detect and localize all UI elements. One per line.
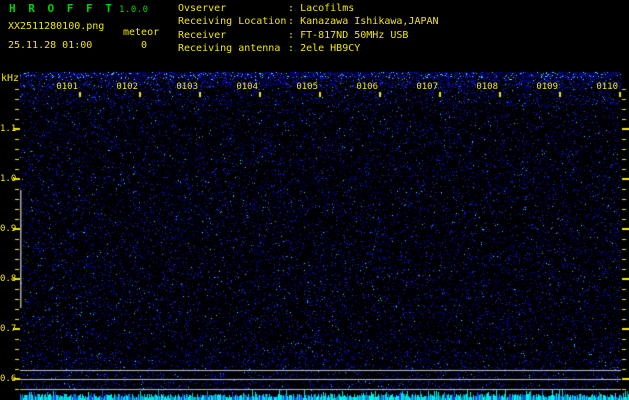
freq-axis-unit: kHz: [1, 73, 20, 84]
app-title: H R O F F T: [9, 2, 115, 15]
info-row: Receiver: FT-817ND 50MHz USB: [178, 30, 439, 43]
time-tick-label: 0101: [56, 82, 78, 92]
info-label: Receiving antenna: [178, 43, 281, 55]
spectrogram-canvas: [0, 0, 629, 400]
info-label: Receiver: [178, 29, 227, 41]
info-label: Ovserver: [178, 3, 227, 14]
info-value: Kanazawa Ishikawa,JAPAN: [300, 16, 439, 28]
info-colon: :: [288, 43, 295, 55]
info-row: Receiving antenna: 2ele HB9CY: [178, 43, 439, 56]
info-row: Ovserver: Lacofilms: [178, 3, 439, 16]
datetime-label: 25.11.28 01:00: [8, 40, 93, 51]
time-tick-label: 0102: [116, 82, 138, 92]
mode-label: meteor: [123, 27, 160, 38]
time-tick-label: 0110: [596, 82, 618, 92]
freq-tick-label: 0.9: [0, 224, 17, 234]
time-tick-label: 0107: [416, 82, 438, 92]
app-version: 1.0.0: [119, 5, 149, 15]
time-tick-label: 0106: [356, 82, 378, 92]
observer-info-table: Ovserver: Lacofilms Receiving Location: …: [178, 3, 439, 57]
time-tick-label: 0109: [536, 82, 558, 92]
time-tick-label: 0103: [176, 82, 198, 92]
freq-tick-label: 0.8: [0, 274, 17, 284]
info-label: Receiving Location: [178, 16, 287, 28]
file-name: XX2511280100.png: [8, 21, 105, 32]
freq-tick-label: 1.0: [0, 174, 17, 184]
hrofft-screen: H R O F F T 1.0.0 XX2511280100.png meteo…: [0, 0, 629, 400]
time-tick-label: 0105: [296, 82, 318, 92]
meteor-count: 0: [141, 40, 148, 51]
info-value: FT-817ND 50MHz USB: [300, 29, 409, 41]
info-colon: :: [288, 3, 295, 14]
time-tick-label: 0104: [236, 82, 258, 92]
freq-tick-label: 0.6: [0, 374, 17, 384]
info-row: Receiving Location: Kanazawa Ishikawa,JA…: [178, 16, 439, 29]
info-colon: :: [288, 16, 295, 28]
info-value: 2ele HB9CY: [300, 43, 361, 55]
info-value: Lacofilms: [300, 3, 355, 14]
freq-tick-label: 0.7: [0, 324, 17, 334]
info-colon: :: [288, 29, 295, 41]
time-tick-label: 0108: [476, 82, 498, 92]
freq-tick-label: 1.1: [0, 124, 17, 134]
